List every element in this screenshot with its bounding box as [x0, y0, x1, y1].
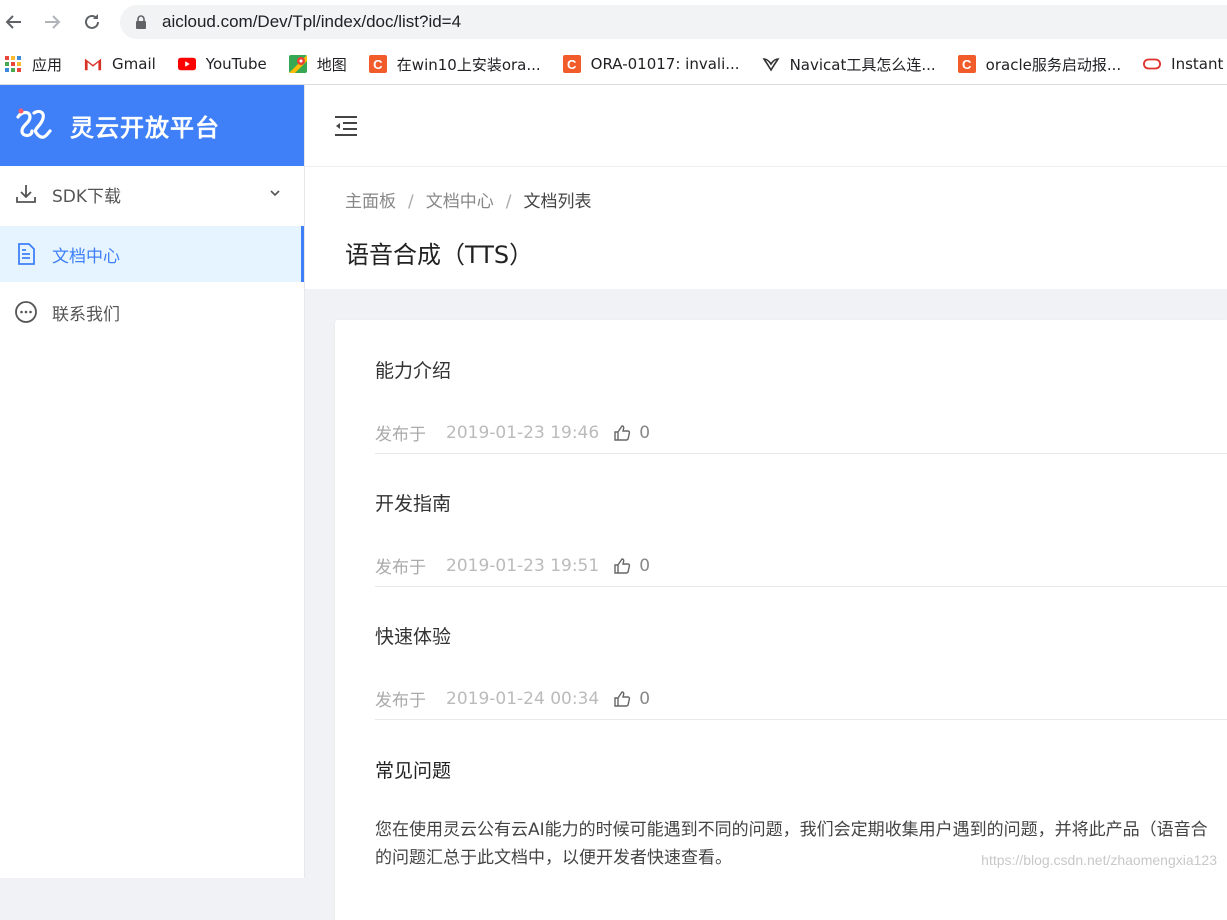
watermark: https://blog.csdn.net/zhaomengxia123 [981, 852, 1217, 868]
sidebar-item-label: 文档中心 [52, 246, 120, 267]
oracle-icon [1143, 55, 1162, 73]
doc-title[interactable]: 快速体验 [375, 622, 451, 649]
browser-address-bar: aicloud.com/Dev/Tpl/index/doc/list?id=4 [0, 0, 1227, 44]
arrow-right-icon [45, 15, 61, 29]
bookmark-ora-01017[interactable]: C ORA-01017: invali... [562, 55, 740, 73]
breadcrumb: 主面板 / 文档中心 / 文档列表 [345, 187, 591, 212]
download-icon [16, 185, 36, 203]
lock-icon [136, 15, 146, 29]
chevron-down-icon [270, 190, 280, 197]
bookmark-navicat[interactable]: Navicat工具怎么连... [762, 54, 936, 75]
doc-meta: 发布于 2019-01-24 00:34 0 [375, 686, 651, 712]
csdn-icon: C [368, 55, 387, 73]
maps-icon [288, 55, 307, 73]
bookmark-apps[interactable]: 应用 [5, 54, 63, 75]
bookmark-label: oracle服务启动报... [985, 55, 1122, 74]
top-bar [305, 85, 1227, 167]
bookmark-label: YouTube [205, 55, 267, 73]
sidebar-item-label: 联系我们 [52, 304, 120, 325]
doc-item[interactable]: 能力介绍 发布于 2019-01-23 19:46 0 [375, 320, 1227, 454]
like-count: 0 [639, 688, 651, 709]
sidebar-item-label: SDK下载 [52, 186, 122, 207]
bookmark-label: Gmail [112, 55, 156, 73]
bookmark-win10-oracle[interactable]: C 在win10上安装ora... [368, 54, 541, 75]
thumbs-up-icon[interactable] [613, 690, 631, 708]
like-count: 0 [639, 555, 651, 576]
menu-fold-icon[interactable] [333, 113, 359, 139]
page-title: 语音合成（TTS） [345, 241, 534, 269]
thumbs-up-icon[interactable] [613, 557, 631, 575]
doc-list-card: 能力介绍 发布于 2019-01-23 19:46 0 开发指南 发布于 201… [335, 320, 1227, 920]
gmail-icon [84, 55, 102, 73]
reload-icon [85, 14, 99, 29]
doc-meta: 发布于 2019-01-23 19:46 0 [375, 420, 651, 446]
apps-grid-icon [4, 55, 22, 73]
navicat-icon [762, 55, 780, 73]
sidebar-item-sdk-download[interactable]: SDK下载 [0, 166, 304, 222]
published-time: 2019-01-23 19:51 [446, 555, 600, 576]
brand-name: 灵云开放平台 [70, 114, 220, 142]
bookmark-youtube[interactable]: YouTube [177, 55, 267, 73]
bookmark-gmail[interactable]: Gmail [84, 55, 156, 73]
published-label: 发布于 [375, 691, 426, 711]
published-label: 发布于 [375, 425, 426, 445]
url-text: aicloud.com/Dev/Tpl/index/doc/list?id=4 [162, 12, 462, 31]
omnibox[interactable]: aicloud.com/Dev/Tpl/index/doc/list?id=4 [120, 5, 1227, 39]
doc-title[interactable]: 能力介绍 [375, 356, 451, 383]
published-time: 2019-01-23 19:46 [446, 422, 600, 443]
brand-header[interactable]: 灵云开放平台 [0, 85, 304, 166]
arrow-left-icon [5, 15, 21, 29]
bookmark-instant-client[interactable]: Instant Clie [1143, 55, 1227, 73]
thumbs-up-icon[interactable] [613, 424, 631, 442]
bookmark-label: 应用 [32, 55, 63, 74]
faq-description-line: 您在使用灵云公有云AI能力的时候可能遇到不同的问题，我们会定期收集用户遇到的问题… [375, 820, 1208, 840]
chat-bubble-icon [15, 301, 37, 323]
doc-meta: 发布于 2019-01-23 19:51 0 [375, 553, 651, 579]
published-label: 发布于 [375, 558, 426, 578]
like-count: 0 [639, 422, 651, 443]
doc-item[interactable]: 开发指南 发布于 2019-01-23 19:51 0 [375, 453, 1227, 587]
back-button[interactable] [0, 8, 28, 36]
forward-button[interactable] [38, 8, 66, 36]
csdn-icon: C [957, 55, 976, 73]
breadcrumb-separator: / [408, 192, 414, 212]
breadcrumb-dashboard[interactable]: 主面板 [345, 192, 396, 212]
doc-item[interactable]: 快速体验 发布于 2019-01-24 00:34 0 [375, 586, 1227, 720]
bookmark-label: Instant Clie [1171, 55, 1227, 73]
sidebar-item-contact-us[interactable]: 联系我们 [0, 284, 304, 340]
bookmark-label: ORA-01017: invali... [590, 55, 740, 73]
sidebar-item-doc-center[interactable]: 文档中心 [0, 226, 304, 282]
breadcrumb-doc-list: 文档列表 [523, 192, 592, 212]
youtube-icon [177, 55, 196, 73]
reload-button[interactable] [78, 8, 106, 36]
csdn-icon: C [562, 55, 581, 73]
sidebar: 灵云开放平台 SDK下载 文档中心 联系我们 [0, 85, 305, 878]
doc-title[interactable]: 开发指南 [375, 489, 451, 516]
logo-icon [16, 108, 52, 139]
breadcrumb-doc-center[interactable]: 文档中心 [426, 192, 494, 212]
bookmark-label: 地图 [316, 55, 347, 74]
document-icon [18, 243, 35, 265]
page-header: 主面板 / 文档中心 / 文档列表 语音合成（TTS） [305, 167, 1227, 289]
published-time: 2019-01-24 00:34 [446, 688, 600, 709]
bookmark-maps[interactable]: 地图 [288, 54, 347, 75]
bookmarks-bar: 应用 Gmail YouTube 地图 C 在win10上安装ora... C … [0, 44, 1227, 85]
faq-title[interactable]: 常见问题 [375, 756, 451, 783]
breadcrumb-separator: / [505, 192, 512, 212]
bookmark-label: Navicat工具怎么连... [789, 55, 936, 74]
bookmark-label: 在win10上安装ora... [396, 55, 541, 74]
bookmark-oracle-service[interactable]: C oracle服务启动报... [957, 54, 1122, 75]
